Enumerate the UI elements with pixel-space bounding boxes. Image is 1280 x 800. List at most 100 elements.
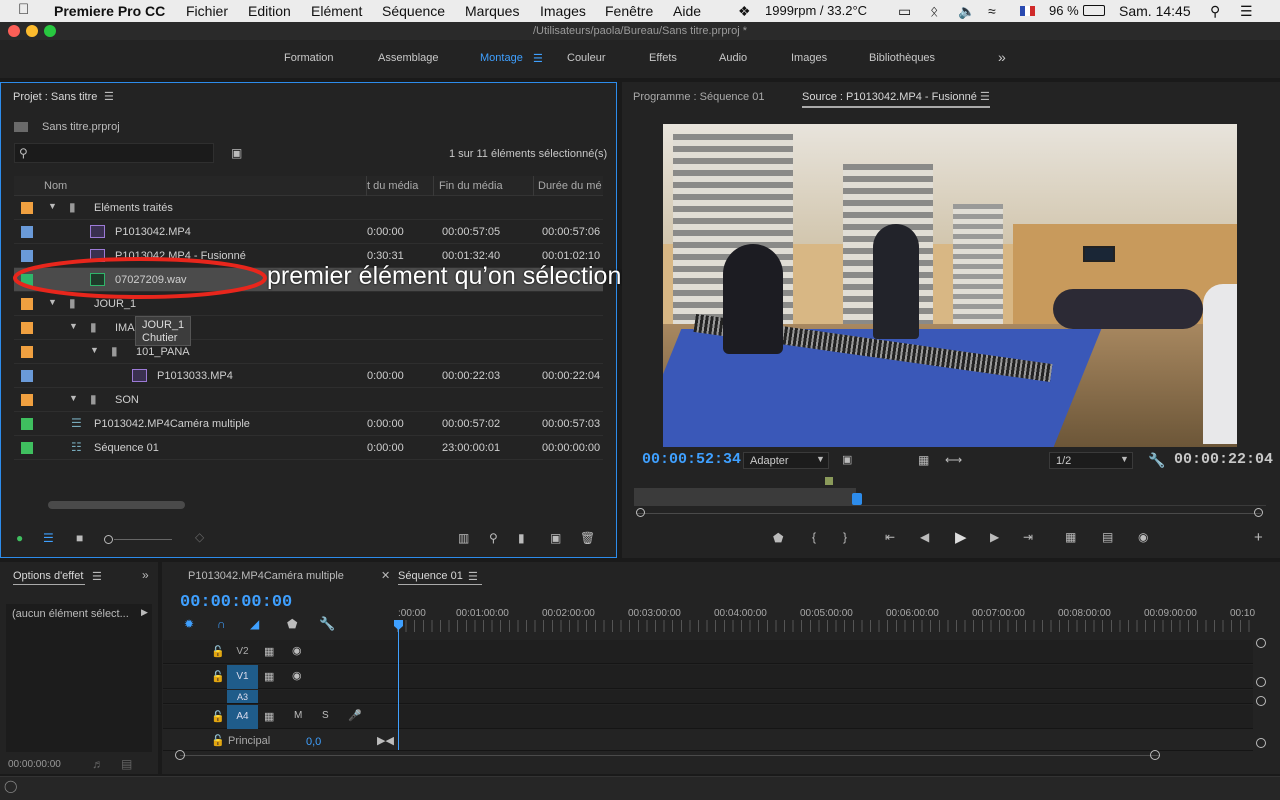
toggle-sync-icon[interactable]: ▦ (264, 645, 274, 658)
in-out-range[interactable] (634, 488, 856, 506)
automate-sequence-icon[interactable]: ▥ (458, 531, 469, 545)
airplay-icon[interactable]: ▭ (898, 3, 911, 20)
close-tab-icon[interactable]: ✕ (381, 569, 390, 582)
track-a4[interactable]: 🔓 A4 ▦ M S 🎤 (163, 705, 1253, 729)
find-icon[interactable]: ⚲ (489, 531, 498, 545)
panel-menu-icon[interactable]: ☰ (468, 570, 478, 583)
column-media-start[interactable]: t du média (367, 180, 418, 192)
video-frame[interactable] (663, 124, 1237, 447)
clip-row[interactable]: ☷ Séquence 01 0:00:00 23:00:00:01 00:00:… (14, 436, 603, 460)
column-name[interactable]: Nom (44, 180, 67, 192)
mute-button[interactable]: M (294, 710, 302, 721)
label-color-swatch[interactable] (21, 370, 33, 382)
tab-program-monitor[interactable]: Programme : Séquence 01 (633, 91, 764, 103)
disclosure-triangle-icon[interactable]: ▼ (90, 345, 99, 355)
vertical-zoom-handle[interactable] (1256, 638, 1266, 648)
column-divider[interactable] (533, 176, 534, 196)
project-panel-title[interactable]: Projet : Sans titre (13, 91, 97, 103)
sort-icon[interactable]: ◇ (195, 530, 204, 544)
toggle-sync-icon[interactable]: ▦ (264, 710, 274, 723)
zoom-handle-left[interactable] (636, 508, 645, 517)
mark-in-icon[interactable]: { (812, 530, 816, 544)
column-media-duration[interactable]: Durée du mé (538, 180, 602, 192)
track-master[interactable]: 🔓 Principal 0,0 ▶◀ (163, 731, 1253, 751)
app-menu[interactable]: Premiere Pro CC (54, 3, 165, 19)
add-marker-icon[interactable]: ⬟ (773, 531, 783, 545)
track-label[interactable]: V2 (227, 640, 258, 664)
disclosure-triangle-icon[interactable]: ▼ (69, 393, 78, 403)
track-a3[interactable]: A3 (163, 690, 1253, 704)
zoom-handle-right[interactable] (1254, 508, 1263, 517)
workspace-more-button[interactable]: » (998, 49, 1006, 65)
zoom-slider-handle[interactable] (104, 535, 113, 544)
workspace-bibliotheques[interactable]: Bibliothèques (869, 52, 935, 64)
play-audio-icon[interactable]: ♬ (92, 757, 104, 771)
trash-icon[interactable]: 🗑 (580, 531, 595, 545)
panel-menu-icon[interactable]: ☰ (104, 90, 114, 103)
workspace-assemblage[interactable]: Assemblage (378, 52, 439, 64)
list-view-icon[interactable]: ☰ (43, 531, 54, 545)
fan-status[interactable]: 1999rpm / 33.2°C (765, 3, 867, 18)
lock-icon[interactable]: ● (16, 531, 23, 545)
play-icon[interactable]: ▶ (955, 528, 967, 546)
dropbox-icon[interactable]: ❖ (738, 3, 751, 20)
workspace-menu-icon[interactable]: ☰ (533, 52, 543, 65)
project-search-input[interactable] (14, 143, 214, 163)
insert-icon[interactable]: ▣ (842, 453, 852, 466)
lock-icon[interactable]: 🔓 (211, 645, 225, 658)
resolution-dropdown[interactable]: 1/2 ▼ (1049, 452, 1133, 469)
camera-icon[interactable]: ◉ (1138, 530, 1148, 544)
vertical-zoom-handle[interactable] (1256, 696, 1266, 706)
clip-row[interactable]: P1013042.MP4 0:00:00 00:00:57:05 00:00:5… (14, 220, 603, 244)
menu-marques[interactable]: Marques (465, 3, 519, 19)
workspace-couleur[interactable]: Couleur (567, 52, 606, 64)
zoom-handle-left[interactable] (175, 750, 185, 760)
wrench-icon[interactable]: 🔧 (1148, 452, 1165, 469)
lock-icon[interactable]: 🔓 (211, 670, 225, 683)
effect-options-title[interactable]: Options d'effet (13, 570, 83, 582)
end-marker-icon[interactable]: ▶◀ (377, 734, 394, 747)
go-to-in-icon[interactable]: ⇤ (885, 530, 895, 544)
source-zoom-bar[interactable] (636, 513, 1261, 514)
close-window-button[interactable] (8, 25, 20, 37)
clip-row[interactable]: ☰ P1013042.MP4Caméra multiple 0:00:00 00… (14, 412, 603, 436)
workspace-images[interactable]: Images (791, 52, 827, 64)
timeline-zoom-bar[interactable] (180, 755, 1160, 756)
menu-sequence[interactable]: Séquence (382, 3, 445, 19)
step-forward-icon[interactable]: ▶ (990, 530, 999, 544)
track-v2[interactable]: 🔓 V2 ▦ ◉ (163, 640, 1253, 664)
panel-menu-icon[interactable]: ☰ (980, 90, 990, 103)
mark-out-icon[interactable]: } (843, 530, 847, 544)
solo-button[interactable]: S (322, 710, 329, 721)
wifi-icon[interactable]: ≈ (988, 3, 996, 19)
apple-icon[interactable]:  (18, 1, 29, 18)
menu-aide[interactable]: Aide (673, 3, 701, 19)
status-indicator-icon[interactable]: ◯ (4, 779, 17, 793)
nest-icon[interactable]: ✹ (184, 617, 194, 631)
lock-icon[interactable]: 🔓 (211, 734, 225, 747)
toggle-sync-icon[interactable]: ▦ (264, 670, 274, 683)
source-timecode[interactable]: 00:00:52:34 (642, 451, 741, 468)
drag-video-icon[interactable]: ⟷ (945, 453, 962, 467)
battery-icon[interactable] (1083, 5, 1105, 16)
column-media-end[interactable]: Fin du média (439, 180, 503, 192)
label-color-swatch[interactable] (21, 442, 33, 454)
export-icon[interactable]: ▤ (121, 757, 132, 771)
new-search-bin-icon[interactable]: ▣ (231, 146, 242, 160)
eye-icon[interactable]: ◉ (292, 644, 302, 657)
linked-selection-icon[interactable]: ◢ (250, 617, 259, 631)
disclosure-triangle-icon[interactable]: ▼ (69, 321, 78, 331)
track-label[interactable]: A4 (227, 705, 258, 729)
label-color-swatch[interactable] (21, 394, 33, 406)
time-ruler[interactable] (397, 620, 1255, 632)
track-label[interactable]: A3 (227, 690, 258, 703)
minimize-window-button[interactable] (26, 25, 38, 37)
workspace-audio[interactable]: Audio (719, 52, 747, 64)
master-volume[interactable]: 0,0 (306, 736, 321, 748)
tab-multicam-sequence[interactable]: P1013042.MP4Caméra multiple (188, 570, 344, 582)
tab-source-monitor[interactable]: Source : P1013042.MP4 - Fusionné (802, 91, 977, 103)
label-color-swatch[interactable] (21, 346, 33, 358)
menu-fenetre[interactable]: Fenêtre (605, 3, 653, 19)
bin-row[interactable]: ▼ ▮ 101_PANA (14, 340, 603, 364)
timeline-playhead-line[interactable] (398, 622, 399, 750)
